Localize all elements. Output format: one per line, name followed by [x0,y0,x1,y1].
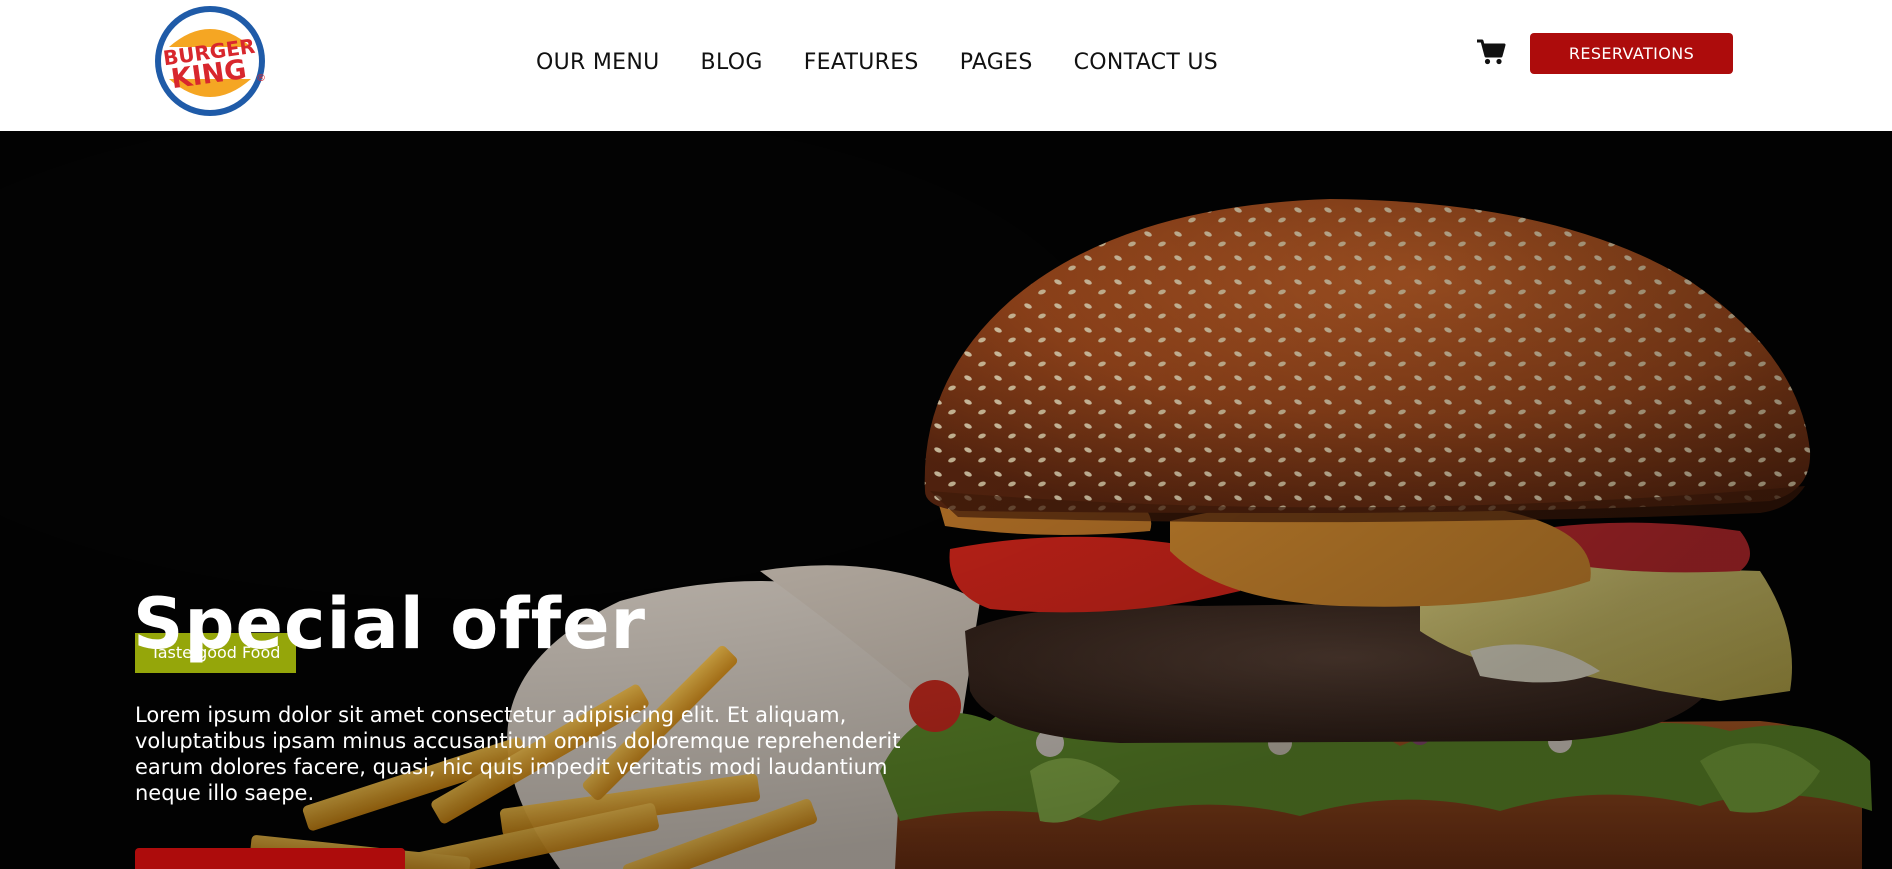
burger-king-logo[interactable]: BURGER KING ® [152,3,268,119]
nav-pages[interactable]: PAGES [960,50,1033,76]
cart-icon[interactable] [1476,38,1506,66]
nav-blog[interactable]: BLOG [701,50,763,76]
nav-contact-us[interactable]: CONTACT US [1074,50,1218,76]
logo-registered-mark: ® [256,73,266,84]
nav-features[interactable]: FEATURES [804,50,919,76]
reservations-button[interactable]: RESERVATIONS [1530,33,1733,74]
hero-description: Lorem ipsum dolor sit amet consectetur a… [135,703,901,805]
hero-title: Special offer [133,583,647,665]
main-nav: OUR MENU BLOG FEATURES PAGES CONTACT US [536,50,1218,76]
nav-our-menu[interactable]: OUR MENU [536,50,660,76]
navbar: BURGER KING ® OUR MENU BLOG FEATURES PAG… [0,0,1892,131]
hero-cta-button[interactable] [135,848,405,869]
